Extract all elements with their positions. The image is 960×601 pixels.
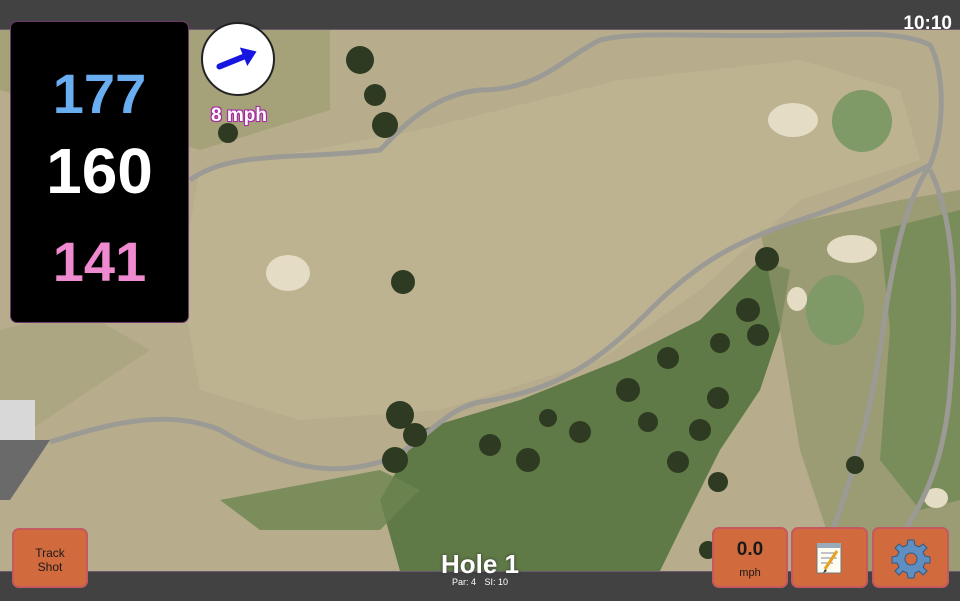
front-yardage: 141 xyxy=(52,230,147,293)
speed-unit: mph xyxy=(739,567,761,579)
wind-speed-label: 8 mph xyxy=(211,105,267,126)
speed-button[interactable]: 0.0 mph xyxy=(712,527,788,588)
middle-yardage: 160 xyxy=(46,135,153,207)
yardage-panel: 177 160 141 xyxy=(11,22,188,322)
settings-button[interactable] xyxy=(872,527,949,588)
hole-title: Hole 1 xyxy=(440,549,520,579)
hole-info: Par: 4 SI: 10 xyxy=(380,577,580,587)
hole-par: Par: 4 xyxy=(451,577,476,587)
hole-stroke-index: SI: 10 xyxy=(484,577,509,587)
wind-indicator xyxy=(201,22,275,96)
gear-icon xyxy=(891,539,931,579)
track-shot-label-line2: Shot xyxy=(37,560,63,574)
track-shot-label-line1: Track xyxy=(35,546,65,560)
speed-value: 0.0 xyxy=(736,539,764,560)
track-shot-button[interactable]: Track Shot xyxy=(12,528,88,588)
back-yardage: 177 xyxy=(52,62,147,125)
notepad-icon xyxy=(816,543,842,574)
notes-button[interactable] xyxy=(791,527,868,588)
wind-arrow-icon xyxy=(216,47,257,70)
